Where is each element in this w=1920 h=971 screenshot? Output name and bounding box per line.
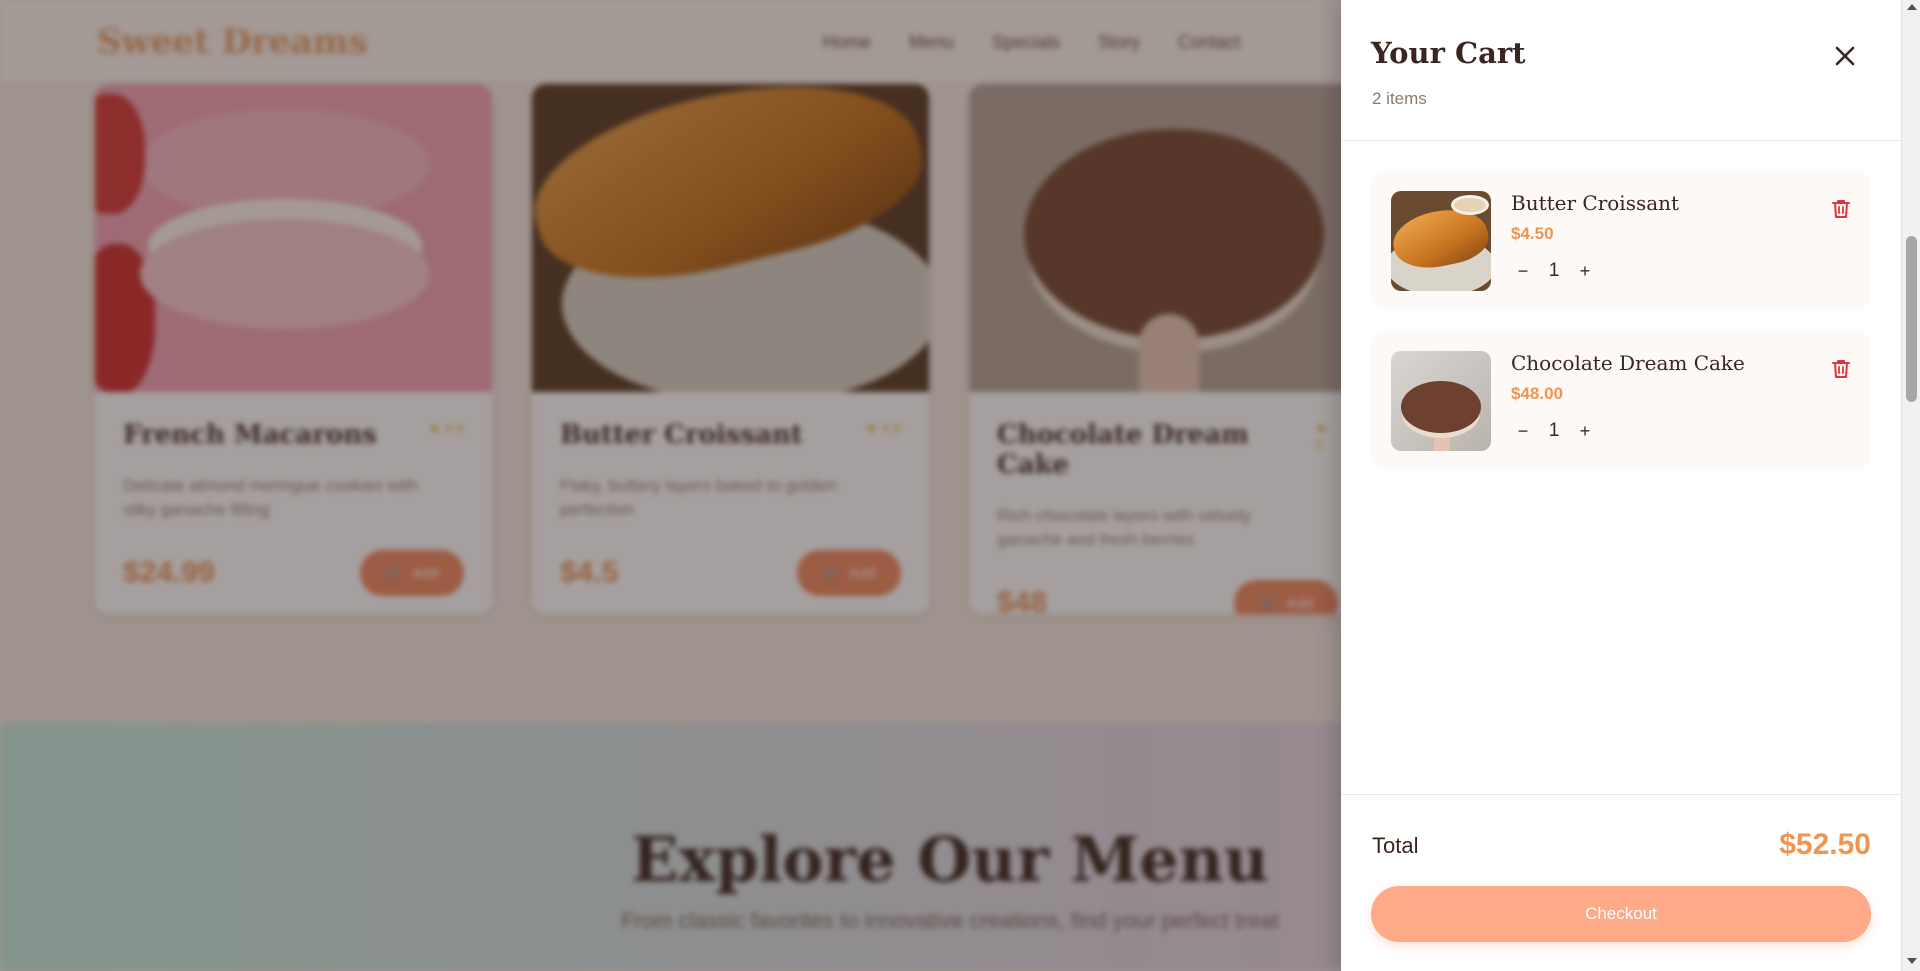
- scroll-down-arrow-icon[interactable]: [1907, 958, 1917, 964]
- chocolate-cake-thumbnail: [1391, 351, 1491, 451]
- cart-item-price: $48.00: [1511, 384, 1563, 403]
- total-value: $52.50: [1779, 828, 1871, 861]
- increase-quantity-button[interactable]: +: [1573, 259, 1597, 283]
- close-icon: [1835, 46, 1855, 66]
- quantity-stepper: − 1 +: [1511, 419, 1597, 443]
- quantity-stepper: − 1 +: [1511, 259, 1597, 283]
- quantity-value: 1: [1548, 260, 1560, 281]
- scrollbar-thumb[interactable]: [1906, 236, 1917, 402]
- remove-item-button[interactable]: [1829, 197, 1853, 221]
- close-cart-button[interactable]: [1825, 36, 1865, 76]
- decrease-quantity-button[interactable]: −: [1511, 419, 1535, 443]
- cart-drawer: Your Cart 2 items Butter Croissant $4.50…: [1341, 0, 1901, 971]
- cart-title: Your Cart: [1371, 36, 1526, 70]
- scroll-up-arrow-icon[interactable]: [1907, 4, 1917, 10]
- decrease-quantity-button[interactable]: −: [1511, 259, 1535, 283]
- cart-footer: Total $52.50 Checkout: [1341, 794, 1901, 971]
- cart-item: Chocolate Dream Cake $48.00 − 1 +: [1371, 331, 1871, 469]
- cart-item-name: Chocolate Dream Cake: [1511, 351, 1745, 375]
- cart-item-count: 2 items: [1372, 89, 1427, 108]
- trash-icon: [1832, 200, 1850, 218]
- cart-item: Butter Croissant $4.50 − 1 +: [1371, 171, 1871, 309]
- cart-item-price: $4.50: [1511, 224, 1554, 243]
- remove-item-button[interactable]: [1829, 357, 1853, 381]
- cart-header: Your Cart 2 items: [1341, 0, 1901, 141]
- checkout-button[interactable]: Checkout: [1371, 886, 1871, 942]
- cart-item-name: Butter Croissant: [1511, 191, 1680, 215]
- page-scrollbar[interactable]: [1901, 0, 1920, 971]
- croissant-thumbnail: [1391, 191, 1491, 291]
- increase-quantity-button[interactable]: +: [1573, 419, 1597, 443]
- total-label: Total: [1372, 833, 1419, 858]
- quantity-value: 1: [1548, 420, 1560, 441]
- trash-icon: [1832, 360, 1850, 378]
